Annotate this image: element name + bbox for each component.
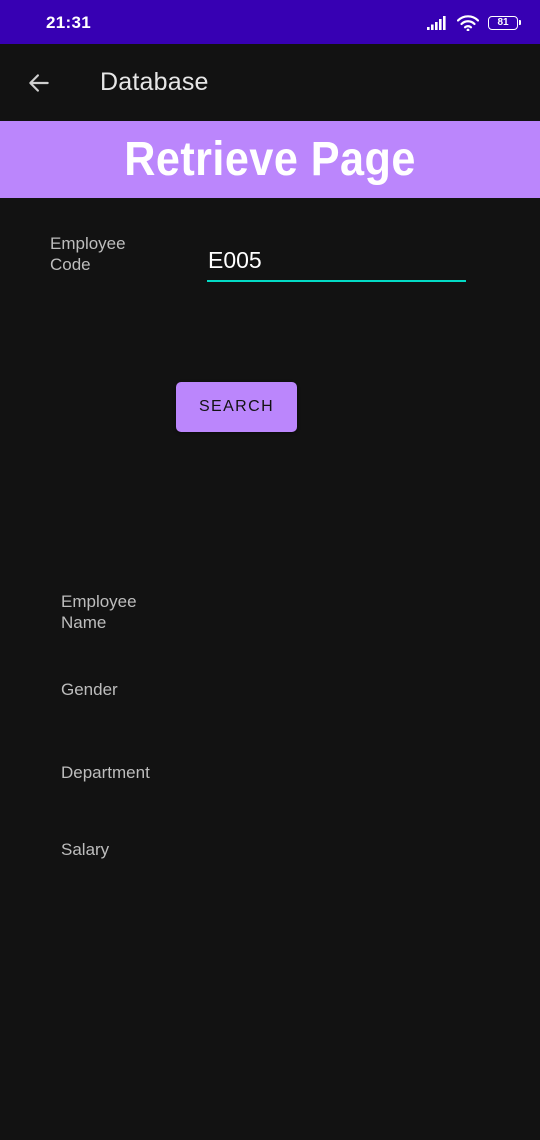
- status-bar: 21:31 81: [0, 0, 540, 44]
- app-bar: Database: [0, 44, 540, 122]
- signal-icon: [427, 16, 446, 30]
- page-banner: Retrieve Page: [0, 121, 540, 198]
- status-time: 21:31: [46, 13, 91, 32]
- retrieve-screen: 21:31 81 Database Retrieve Page Employee…: [0, 0, 540, 1140]
- gender-label: Gender: [61, 680, 118, 699]
- back-button[interactable]: [18, 62, 60, 104]
- status-icons: 81: [427, 12, 521, 34]
- search-button[interactable]: SEARCH: [176, 382, 297, 432]
- battery-level: 81: [497, 17, 509, 28]
- employee-name-label: Employee Name: [61, 592, 137, 632]
- arrow-left-icon: [29, 74, 49, 92]
- department-label: Department: [61, 763, 150, 782]
- employee-code-label: Employee Code: [50, 234, 126, 274]
- battery-icon: 81: [488, 16, 521, 30]
- salary-label: Salary: [61, 840, 110, 859]
- wifi-icon: [457, 15, 479, 31]
- employee-code-input[interactable]: [207, 246, 466, 282]
- app-title: Database: [100, 68, 209, 96]
- page-title: Retrieve Page: [124, 132, 416, 186]
